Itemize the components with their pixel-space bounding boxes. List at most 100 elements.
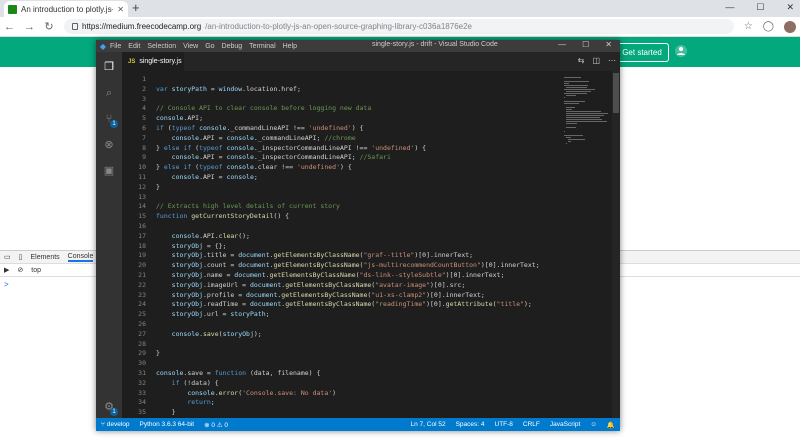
menu-item-terminal[interactable]: Terminal	[249, 43, 275, 50]
menu-item-view[interactable]: View	[183, 43, 198, 50]
minimap-line	[564, 85, 588, 86]
python-interpreter[interactable]: Python 3.6.3 64-bit	[135, 421, 200, 428]
indentation[interactable]: Spaces: 4	[451, 421, 490, 429]
code-line: storyObj.profile = document.getElementsB…	[171, 290, 485, 299]
git-branch[interactable]: ⑂ develop	[96, 421, 135, 428]
menu-item-file[interactable]: File	[110, 43, 121, 50]
user-icon[interactable]	[674, 44, 688, 58]
more-actions-icon[interactable]: ⋯	[608, 56, 616, 65]
address-bar[interactable]: https://medium.freecodecamp.org/an-intro…	[64, 19, 734, 34]
minimize-icon[interactable]: —	[725, 2, 734, 13]
code-line: }	[156, 349, 160, 358]
line-number: 16	[138, 222, 146, 230]
line-number-gutter: 1 2 3 4 5 6 7 8 9 10 11 12 13 14 15 16 17 18 19 20 21 22 23 24 2…	[122, 71, 146, 426]
line-number: 11	[138, 173, 146, 181]
browser-window-controls: — ☐ ✕	[725, 2, 794, 13]
editor-scrollbar[interactable]	[612, 71, 620, 418]
tab-single-story-js[interactable]: JS single-story.js	[122, 52, 184, 71]
menu-item-debug[interactable]: Debug	[222, 43, 243, 50]
minimap-line	[564, 103, 580, 104]
get-started-button[interactable]: Get started	[615, 43, 669, 62]
line-number: 2	[142, 84, 146, 93]
star-icon[interactable]: ☆	[744, 21, 753, 32]
close-window-icon[interactable]: ✕	[786, 2, 794, 13]
line-number: 19	[138, 251, 146, 260]
split-editor-icon[interactable]: ◫	[592, 56, 600, 65]
encoding[interactable]: UTF-8	[490, 421, 518, 429]
line-number: 12	[138, 182, 146, 191]
feedback-icon[interactable]: ☺	[585, 421, 602, 429]
debug-icon[interactable]: ⊗	[102, 138, 116, 152]
close-tab-icon[interactable]: ✕	[117, 5, 124, 14]
js-file-icon: JS	[128, 58, 136, 65]
vscode-titlebar: ◆ File Edit Selection View Go Debug Terminal He…	[96, 40, 620, 52]
code-line: storyObj.url = storyPath;	[171, 310, 270, 319]
scm-badge: 1	[110, 120, 118, 128]
code-line: console.save(storyObj);	[171, 329, 262, 338]
browser-tab-bar: An introduction to plotly.js—an… ✕ + — ☐…	[0, 0, 800, 17]
line-number: 6	[142, 124, 146, 132]
minimap-line	[566, 109, 573, 110]
problems-indicator[interactable]: ⊗ 0 ⚠ 0	[199, 421, 233, 429]
line-number: 28	[138, 339, 146, 348]
minimap[interactable]	[560, 71, 612, 171]
line-number: 7	[142, 133, 146, 142]
open-changes-icon[interactable]: ⇆	[578, 56, 585, 65]
devtools-device-icon[interactable]: ▯	[19, 253, 23, 261]
devtools-dock-icon[interactable]: ▭	[4, 253, 11, 261]
line-number: 33	[138, 388, 146, 397]
line-number: 21	[138, 271, 146, 279]
minimap-line	[566, 111, 601, 112]
console-context[interactable]: top	[31, 267, 41, 274]
vscode-logo-icon: ◆	[99, 41, 107, 51]
vscode-close-icon[interactable]: ✕	[605, 40, 612, 49]
line-number: 30	[138, 359, 146, 368]
minimap-line	[566, 87, 588, 88]
line-number: 8	[142, 143, 146, 152]
maximize-icon[interactable]: ☐	[756, 2, 764, 13]
extensions-icon[interactable]: ▣	[102, 164, 116, 178]
line-number: 29	[138, 349, 146, 358]
avatar[interactable]	[784, 20, 796, 33]
console-clear-icon[interactable]: ⊘	[17, 266, 23, 274]
menu-bar: File Edit Selection View Go Debug Terminal Help	[110, 43, 297, 50]
console-sidebar-icon[interactable]: ▶	[4, 266, 9, 274]
settings-badge: 1	[110, 408, 118, 416]
code-line: // Console API to clear console before l…	[156, 104, 372, 113]
search-icon[interactable]: ⌕	[102, 86, 116, 100]
code-line: function getCurrentStoryDetail() {	[156, 212, 290, 221]
line-number: 15	[138, 212, 146, 221]
browser-tab[interactable]: An introduction to plotly.js—an… ✕	[4, 1, 128, 17]
code-editor[interactable]: var storyPath = window.location.href; // …	[156, 71, 556, 418]
menu-item-go[interactable]: Go	[205, 43, 214, 50]
code-line: console.API = console;	[171, 173, 258, 181]
code-line: return;	[187, 398, 215, 407]
minimap-line	[564, 89, 596, 90]
extension-icon[interactable]: ◯	[763, 21, 774, 32]
line-number: 14	[138, 202, 146, 211]
back-icon[interactable]: ←	[4, 21, 15, 33]
menu-item-help[interactable]: Help	[283, 43, 297, 50]
new-tab-icon[interactable]: +	[132, 1, 140, 15]
minimap-line	[566, 107, 575, 108]
scrollbar-thumb[interactable]	[613, 73, 619, 113]
menu-item-selection[interactable]: Selection	[147, 43, 176, 50]
explorer-icon[interactable]: ❐	[102, 60, 116, 74]
vscode-minimize-icon[interactable]: —	[558, 40, 566, 49]
vscode-maximize-icon[interactable]: ☐	[582, 40, 589, 49]
language-mode[interactable]: JavaScript	[545, 421, 585, 429]
code-line: storyObj.name = document.getElementsByCl…	[171, 271, 505, 279]
activity-bar: ❐ ⌕ ⑂ 1 ⊗ ▣ ⚙ 1	[96, 52, 122, 418]
line-ending[interactable]: CRLF	[518, 421, 545, 429]
minimap-line	[564, 81, 589, 82]
line-number: 25	[138, 310, 146, 319]
tab-console[interactable]: Console	[67, 253, 94, 262]
line-number: 4	[142, 104, 146, 113]
menu-item-edit[interactable]: Edit	[128, 43, 140, 50]
tab-elements[interactable]: Elements	[30, 254, 59, 261]
forward-icon[interactable]: →	[24, 21, 35, 33]
cursor-position[interactable]: Ln 7, Col 52	[406, 421, 451, 429]
notifications-icon[interactable]: 🔔	[602, 421, 620, 429]
reload-icon[interactable]: ↻	[44, 20, 54, 33]
code-line: if (typeof console._commandLineAPI !== '…	[156, 124, 364, 132]
